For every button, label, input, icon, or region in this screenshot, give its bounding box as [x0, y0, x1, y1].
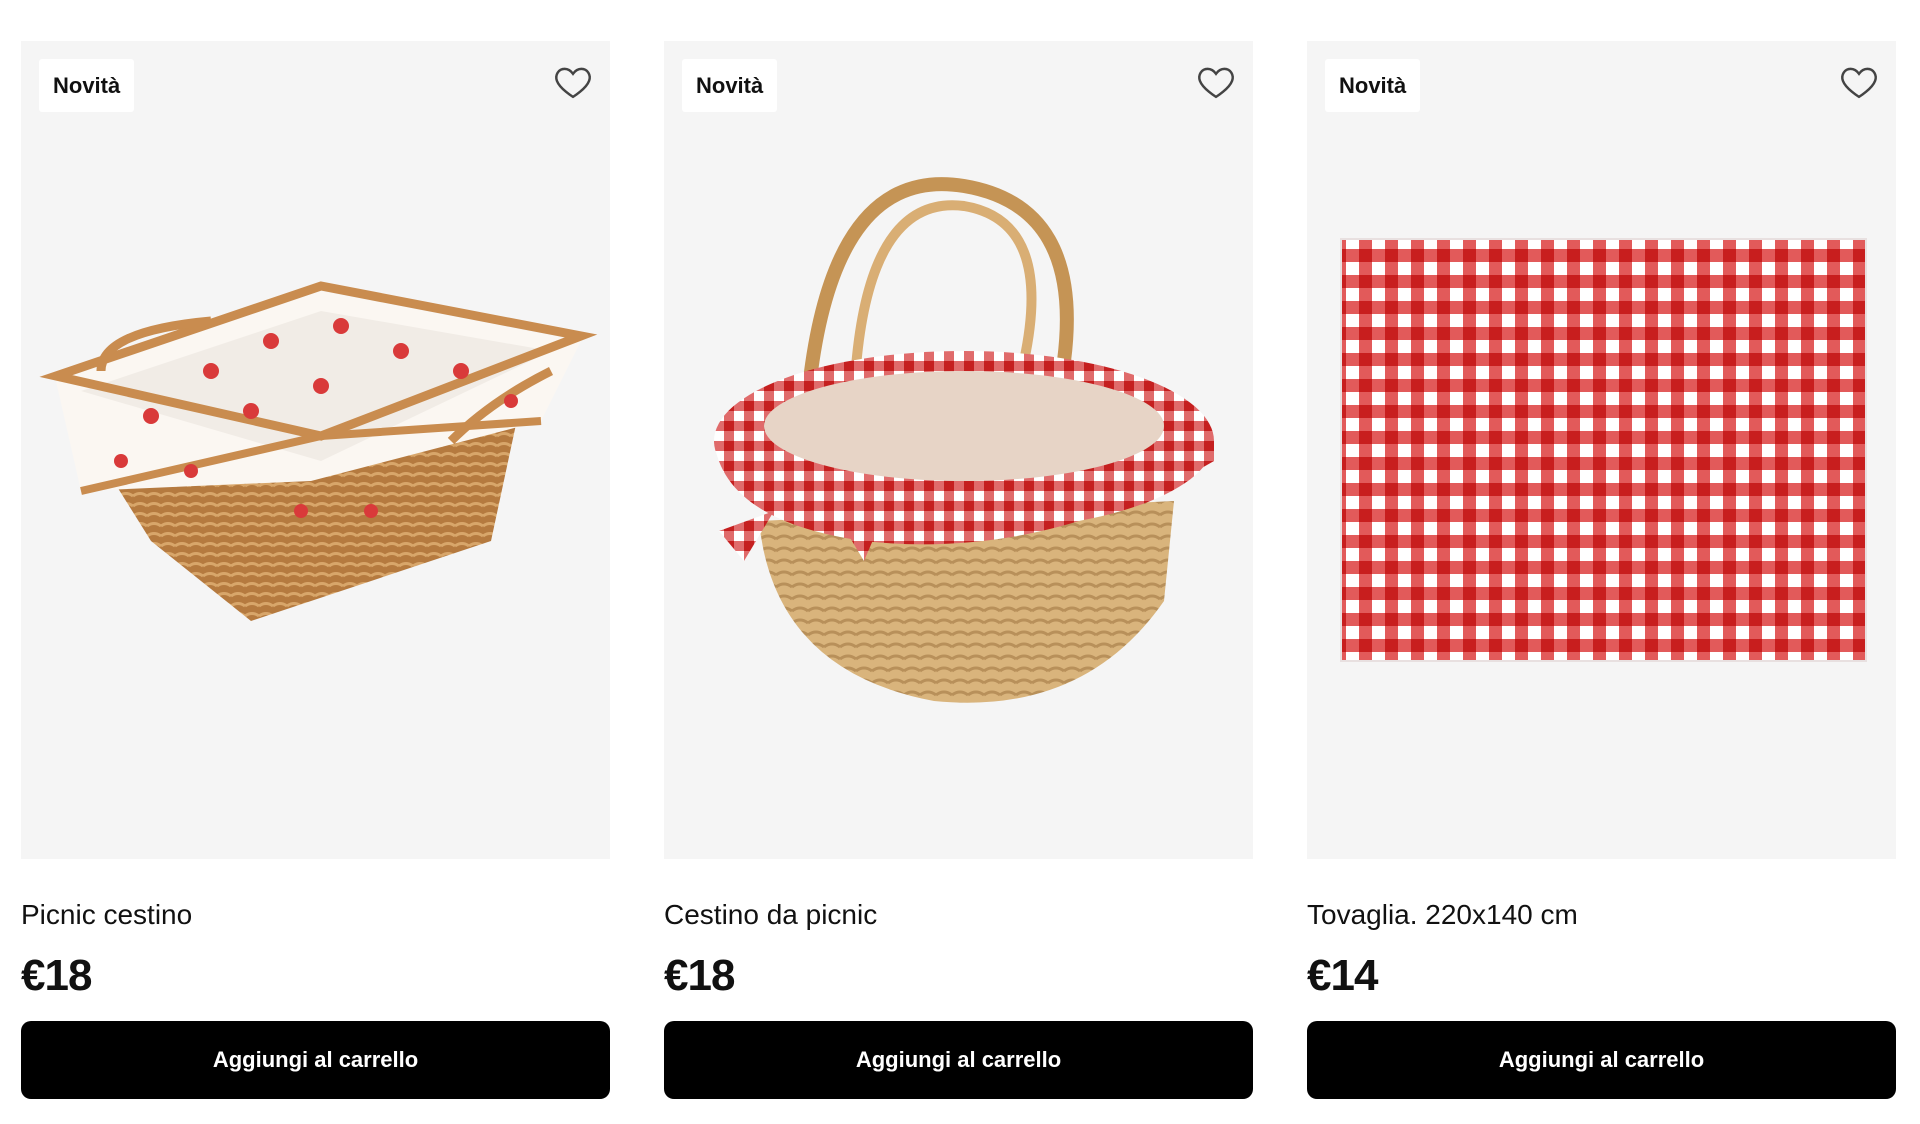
product-card: Novità Tovaglia. 220x140 cm €14 Aggiungi…	[1307, 41, 1896, 1106]
add-to-cart-button[interactable]: Aggiungi al carrello	[664, 1021, 1253, 1099]
product-price: €18	[664, 951, 735, 1000]
new-badge: Novità	[682, 59, 778, 112]
new-badge: Novità	[39, 59, 135, 112]
product-image-area[interactable]: Novità	[664, 41, 1253, 859]
add-to-cart-button[interactable]: Aggiungi al carrello	[1307, 1021, 1896, 1099]
product-title[interactable]: Picnic cestino	[21, 899, 610, 931]
product-card: Novità Cestino da picnic €18 Aggiungi al…	[664, 41, 1253, 1106]
product-card: Novità Picnic cestino €18 Aggiungi al ca…	[21, 41, 610, 1106]
new-badge: Novità	[1325, 59, 1421, 112]
heart-icon[interactable]	[1195, 61, 1237, 103]
add-to-cart-button[interactable]: Aggiungi al carrello	[21, 1021, 610, 1099]
product-price: €14	[1307, 951, 1378, 1000]
product-grid: Novità Picnic cestino €18 Aggiungi al ca…	[0, 0, 1920, 1124]
product-image[interactable]	[21, 41, 610, 859]
product-title[interactable]: Cestino da picnic	[664, 899, 1253, 931]
product-image[interactable]	[664, 41, 1253, 859]
product-image-area[interactable]: Novità	[1307, 41, 1896, 859]
heart-icon[interactable]	[1838, 61, 1880, 103]
heart-icon[interactable]	[552, 61, 594, 103]
product-title[interactable]: Tovaglia. 220x140 cm	[1307, 899, 1896, 931]
product-image[interactable]	[1307, 41, 1896, 859]
product-image-area[interactable]: Novità	[21, 41, 610, 859]
product-price: €18	[21, 951, 92, 1000]
